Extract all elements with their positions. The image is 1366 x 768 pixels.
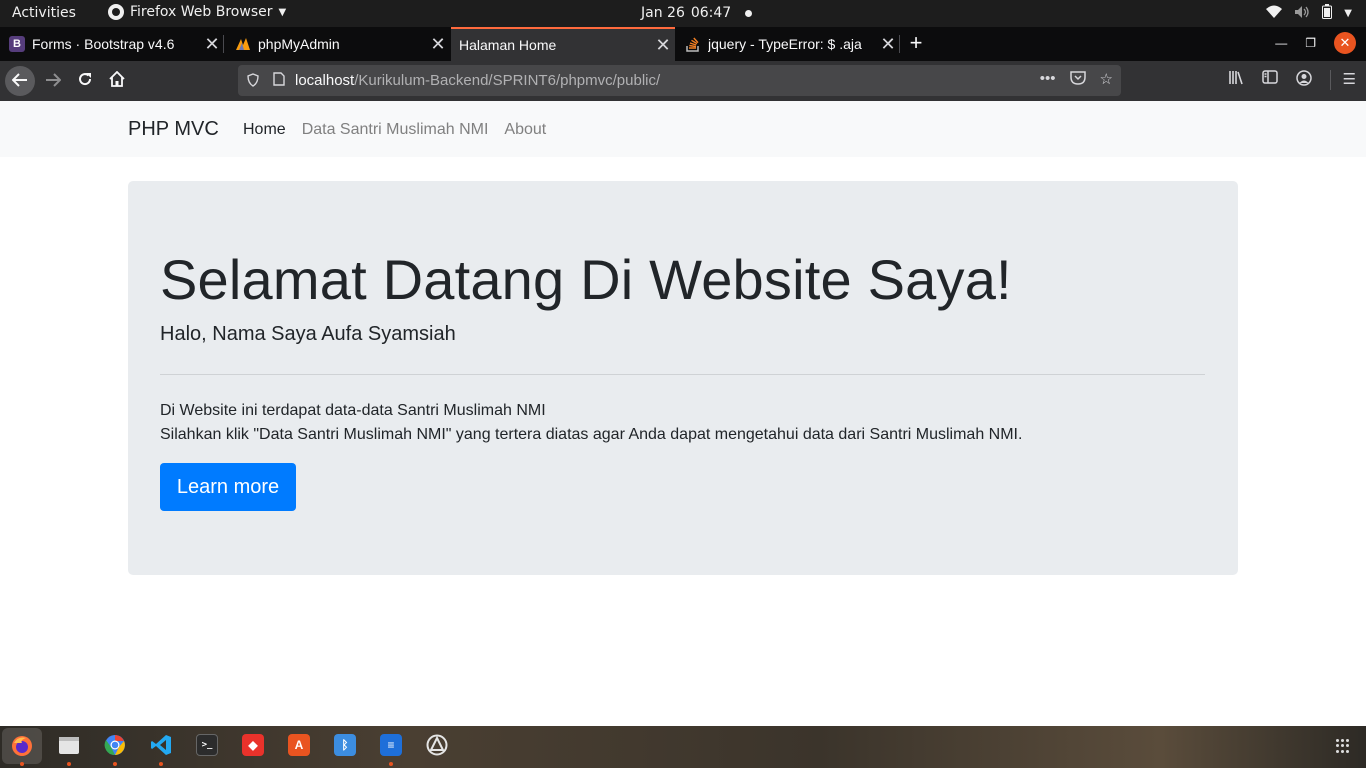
url-text: localhost/Kurikulum-Backend/SPRINT6/phpm…: [295, 72, 660, 89]
jumbotron: Selamat Datang Di Website Saya! Halo, Na…: [128, 181, 1238, 575]
stackoverflow-icon: [685, 36, 701, 52]
site-navbar: PHP MVC Home Data Santri Muslimah NMI Ab…: [0, 101, 1366, 157]
dock-bluetooth[interactable]: ᛒ: [334, 734, 356, 756]
window-close-button[interactable]: ✕: [1334, 32, 1356, 54]
dock: >_ ◆ A ᛒ ≡: [0, 726, 1366, 768]
page-actions-icon[interactable]: •••: [1040, 70, 1056, 89]
sidebar-icon[interactable]: [1261, 70, 1278, 90]
tab-title: Forms · Bootstrap v4.6: [32, 36, 175, 52]
arrow-left-icon: [11, 73, 27, 87]
terminal-icon: >_: [201, 740, 213, 750]
dock-vscode[interactable]: [150, 734, 172, 756]
notification-dot: [745, 9, 753, 17]
maximize-button[interactable]: ❐: [1305, 36, 1316, 50]
divider: [160, 374, 1205, 375]
close-icon[interactable]: ✕: [876, 34, 900, 55]
tab-halaman-home[interactable]: Halaman Home ✕: [451, 27, 675, 61]
bluetooth-icon: ᛒ: [341, 738, 349, 752]
tab-title: Halaman Home: [459, 37, 557, 53]
forward-button[interactable]: [39, 67, 67, 95]
minimize-button[interactable]: —: [1275, 36, 1287, 50]
wifi-icon: [1266, 5, 1283, 23]
close-icon[interactable]: ✕: [200, 34, 224, 55]
dock-files[interactable]: [58, 734, 80, 756]
anydesk-icon: ◆: [248, 738, 258, 752]
system-tray[interactable]: ▼: [1266, 4, 1352, 23]
description-line-2: Silahkan klik "Data Santri Muslimah NMI"…: [160, 426, 1023, 443]
tab-title: phpMyAdmin: [258, 36, 340, 52]
clock-date: Jan 26: [641, 5, 685, 21]
vscode-icon: [151, 735, 171, 755]
library-icon[interactable]: [1228, 70, 1244, 90]
clock-time: 06:47: [690, 5, 732, 21]
tab-strip: B Forms · Bootstrap v4.6 ✕ phpMyAdmin ✕ …: [0, 27, 1366, 61]
chevron-down-icon: ▼: [1344, 8, 1352, 19]
learn-more-button[interactable]: Learn more: [160, 463, 296, 511]
browser-toolbar: localhost/Kurikulum-Backend/SPRINT6/phpm…: [0, 61, 1366, 101]
shopping-bag-icon: A: [294, 738, 304, 752]
activities-button[interactable]: Activities: [12, 5, 76, 21]
tab-phpmyadmin[interactable]: phpMyAdmin ✕: [226, 27, 450, 61]
firefox-icon: [108, 4, 124, 20]
show-applications-icon[interactable]: [1336, 739, 1350, 753]
firefox-icon: [12, 736, 32, 756]
bootstrap-icon: B: [9, 36, 25, 52]
close-icon[interactable]: ✕: [426, 34, 450, 55]
tab-jquery-typeerror[interactable]: jquery - TypeError: $ .aja ✕: [676, 27, 900, 61]
chevron-down-icon: ▼: [278, 6, 287, 18]
window-controls: — ❐ ✕: [1275, 32, 1356, 54]
dock-terminal[interactable]: >_: [196, 734, 218, 756]
document-icon: ≡: [387, 738, 395, 752]
clock[interactable]: Jan 26 06:47: [641, 5, 753, 21]
site-brand[interactable]: PHP MVC: [128, 118, 219, 141]
tab-title: jquery - TypeError: $ .aja: [708, 36, 862, 52]
reload-button[interactable]: [71, 67, 99, 95]
chrome-icon: [104, 735, 125, 756]
files-icon: [59, 737, 79, 754]
system-top-bar: Activities Firefox Web Browser ▼ Jan 26 …: [0, 0, 1366, 27]
phpmyadmin-icon: [235, 36, 251, 52]
app-menu[interactable]: Firefox Web Browser ▼: [108, 4, 286, 20]
tracking-protection-icon[interactable]: [247, 72, 261, 89]
description-line-1: Di Website ini terdapat data-data Santri…: [160, 402, 546, 419]
page-title: Selamat Datang Di Website Saya!: [160, 248, 1012, 311]
url-host: localhost: [295, 72, 355, 89]
dock-anydesk[interactable]: ◆: [242, 734, 264, 756]
battery-icon: [1322, 4, 1333, 23]
pocket-icon[interactable]: [1069, 70, 1086, 89]
dock-updater[interactable]: [426, 734, 448, 756]
back-button[interactable]: [5, 66, 35, 96]
new-tab-button[interactable]: +: [904, 30, 928, 56]
dock-writer[interactable]: ≡: [380, 734, 402, 756]
url-bar[interactable]: localhost/Kurikulum-Backend/SPRINT6/phpm…: [238, 65, 1121, 96]
nav-link-home[interactable]: Home: [243, 121, 286, 139]
volume-icon: [1294, 5, 1310, 23]
bookmark-star-icon[interactable]: ☆: [1100, 70, 1113, 89]
site-nav: Home Data Santri Muslimah NMI About: [243, 121, 546, 139]
home-button[interactable]: [103, 67, 131, 95]
nav-link-about[interactable]: About: [504, 121, 546, 139]
lead-text: Halo, Nama Saya Aufa Syamsiah: [160, 323, 456, 345]
dock-firefox[interactable]: [2, 728, 42, 764]
arrow-right-icon: [46, 73, 62, 87]
app-menu-label: Firefox Web Browser: [130, 4, 273, 20]
nav-link-data-santri[interactable]: Data Santri Muslimah NMI: [302, 121, 489, 139]
tab-bootstrap-forms[interactable]: B Forms · Bootstrap v4.6 ✕: [0, 27, 224, 61]
reload-icon: [79, 73, 92, 86]
dock-chrome[interactable]: [104, 734, 126, 756]
software-updater-icon: [426, 734, 448, 756]
account-icon[interactable]: [1295, 70, 1312, 90]
home-icon: [109, 70, 125, 87]
url-path: /Kurikulum-Backend/SPRINT6/phpmvc/public…: [354, 72, 661, 89]
url-actions: ••• ☆: [1040, 70, 1113, 89]
hamburger-menu-icon[interactable]: ☰: [1329, 70, 1356, 90]
dock-software-center[interactable]: A: [288, 734, 310, 756]
toolbar-right: ☰: [1228, 70, 1356, 90]
page-info-icon[interactable]: [273, 72, 285, 89]
close-icon[interactable]: ✕: [651, 35, 675, 56]
